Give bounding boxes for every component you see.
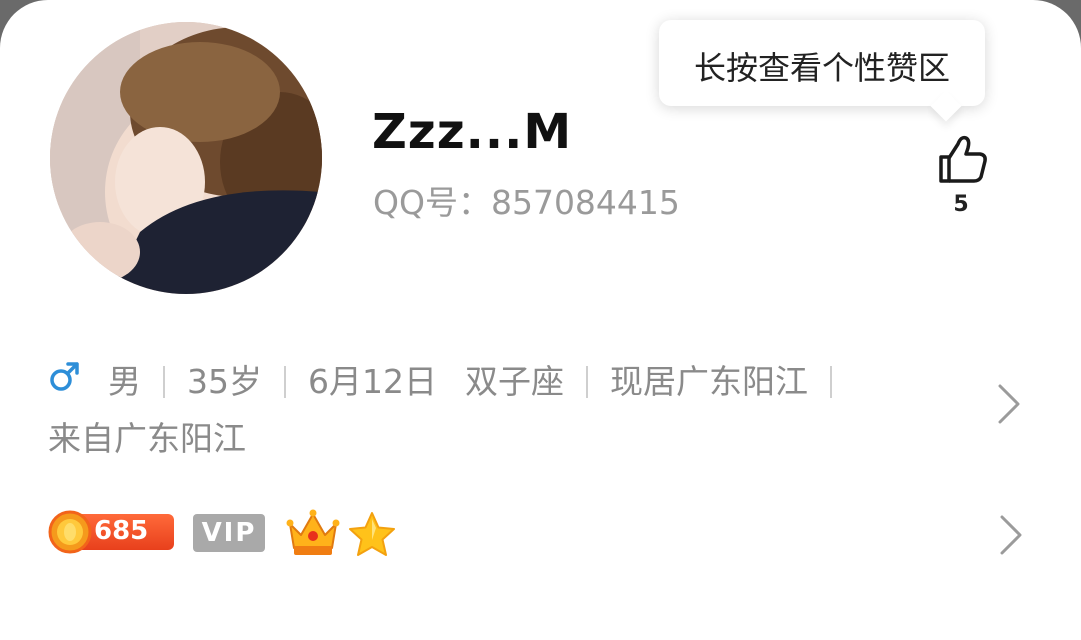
profile-info-row[interactable]: 男 35岁 6月12日 双子座 现居广东阳江来自广东阳江 xyxy=(48,352,928,467)
chevron-right-icon[interactable] xyxy=(994,382,1024,426)
qq-label: QQ号： xyxy=(373,183,491,222)
male-symbol-icon xyxy=(48,354,82,410)
coin-count: 685 xyxy=(94,516,149,546)
coin-icon xyxy=(48,510,92,554)
divider xyxy=(284,365,286,398)
avatar[interactable] xyxy=(50,22,322,294)
like-button[interactable]: 5 xyxy=(930,132,992,222)
tooltip-text: 长按查看个性赞区 xyxy=(693,49,950,87)
divider xyxy=(830,365,832,398)
profile-card: Zzz...M QQ号：857084415 长按查看个性赞区 5 男 35岁 6月1… xyxy=(0,0,1081,640)
age-text: 35岁 xyxy=(187,361,262,401)
nickname: Zzz...M xyxy=(372,104,573,160)
qq-number: 857084415 xyxy=(490,183,680,222)
divider xyxy=(586,365,588,398)
thumbs-up-icon xyxy=(939,135,987,183)
gender-text: 男 xyxy=(108,361,141,401)
coin-badge[interactable]: 685 xyxy=(48,510,174,554)
chevron-right-icon[interactable] xyxy=(996,513,1026,557)
star-icon[interactable] xyxy=(346,510,398,560)
like-count: 5 xyxy=(953,192,969,217)
vip-badge[interactable]: VIP xyxy=(193,514,265,552)
hometown-text: 来自广东阳江 xyxy=(48,419,246,458)
birthday-text: 6月12日 xyxy=(308,361,437,401)
like-zone-tooltip: 长按查看个性赞区 xyxy=(659,20,985,106)
divider xyxy=(163,365,165,398)
qq-number-row: QQ号：857084415 xyxy=(373,176,680,224)
current-city-text: 现居广东阳江 xyxy=(610,361,808,401)
zodiac-text: 双子座 xyxy=(465,361,564,401)
crown-icon[interactable] xyxy=(286,508,340,558)
